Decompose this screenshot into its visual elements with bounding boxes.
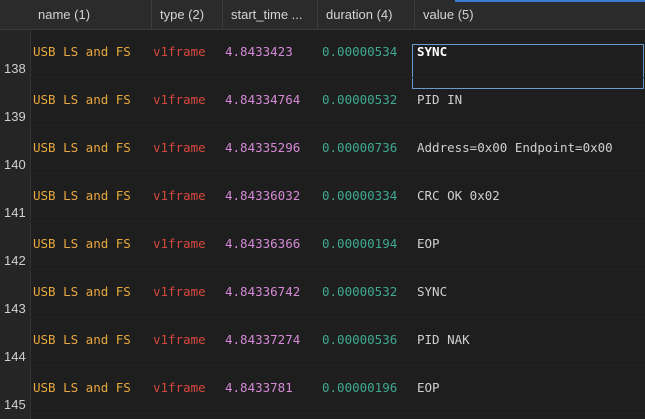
cell-name[interactable]: USB LS and FS — [33, 232, 131, 256]
cell-name[interactable]: USB LS and FS — [33, 376, 131, 400]
cell-type[interactable]: v1frame — [153, 280, 206, 304]
cell-duration[interactable]: 0.00000736 — [322, 136, 397, 160]
cell-type[interactable]: v1frame — [153, 136, 206, 160]
cell-name[interactable]: USB LS and FS — [33, 184, 131, 208]
row-number: 143 — [4, 301, 26, 316]
row-number: 140 — [4, 157, 26, 172]
table-row[interactable]: 141 USB LS and FS v1frame 4.84336032 0.00000… — [0, 174, 645, 222]
cell-duration[interactable]: 0.00000334 — [322, 184, 397, 208]
cell-name[interactable]: USB LS and FS — [33, 88, 131, 112]
table-row[interactable]: 144 USB LS and FS v1frame 4.84337274 0.00000… — [0, 318, 645, 366]
cell-duration[interactable]: 0.00000532 — [322, 280, 397, 304]
row-number: 145 — [4, 397, 26, 412]
cell-start-time[interactable]: 4.84337274 — [225, 328, 300, 352]
table-row[interactable]: 140 USB LS and FS v1frame 4.84335296 0.00000… — [0, 126, 645, 174]
column-header-type[interactable]: type (2) — [151, 0, 222, 29]
cell-duration[interactable]: 0.00000536 — [322, 328, 397, 352]
cell-start-time[interactable]: 4.8433781 — [225, 376, 293, 400]
cell-type[interactable]: v1frame — [153, 376, 206, 400]
cell-value[interactable]: EOP — [417, 232, 440, 256]
cell-start-time[interactable]: 4.8433423 — [225, 40, 293, 64]
column-header-name[interactable]: name (1) — [30, 0, 151, 29]
cell-type[interactable]: v1frame — [153, 40, 206, 64]
column-header-duration[interactable]: duration (4) — [317, 0, 414, 29]
cell-start-time[interactable]: 4.84336366 — [225, 232, 300, 256]
column-header-start-time[interactable]: start_time ... — [222, 0, 317, 29]
row-number: 142 — [4, 253, 26, 268]
table-row[interactable]: 145 USB LS and FS v1frame 4.8433781 0.000001… — [0, 366, 645, 414]
cell-start-time[interactable]: 4.84335296 — [225, 136, 300, 160]
cell-value[interactable]: EOP — [417, 376, 440, 400]
row-number: 141 — [4, 205, 26, 220]
column-header-value[interactable]: value (5) — [414, 0, 645, 29]
row-number: 139 — [4, 109, 26, 124]
row-number: 144 — [4, 349, 26, 364]
table-header: name (1) type (2) start_time ... duratio… — [0, 0, 645, 30]
table-row[interactable]: 139 USB LS and FS v1frame 4.84334764 0.00000… — [0, 78, 645, 126]
cell-duration[interactable]: 0.00000196 — [322, 376, 397, 400]
cell-name[interactable]: USB LS and FS — [33, 280, 131, 304]
cell-value[interactable]: CRC OK 0x02 — [417, 184, 500, 208]
cell-start-time[interactable]: 4.84336742 — [225, 280, 300, 304]
cell-duration[interactable]: 0.00000532 — [322, 88, 397, 112]
cell-name[interactable]: USB LS and FS — [33, 40, 131, 64]
cell-duration[interactable]: 0.00000534 — [322, 40, 397, 64]
cell-type[interactable]: v1frame — [153, 232, 206, 256]
cell-start-time[interactable]: 4.84336032 — [225, 184, 300, 208]
cell-start-time[interactable]: 4.84334764 — [225, 88, 300, 112]
cell-value[interactable]: PID NAK — [417, 328, 470, 352]
cell-type[interactable]: v1frame — [153, 328, 206, 352]
cell-name[interactable]: USB LS and FS — [33, 136, 131, 160]
cell-name[interactable]: USB LS and FS — [33, 328, 131, 352]
table-row[interactable]: 143 USB LS and FS v1frame 4.84336742 0.00000… — [0, 270, 645, 318]
cell-type[interactable]: v1frame — [153, 88, 206, 112]
table-row[interactable]: 142 USB LS and FS v1frame 4.84336366 0.00000… — [0, 222, 645, 270]
cell-duration[interactable]: 0.00000194 — [322, 232, 397, 256]
table-row[interactable]: 138 USB LS and FS v1frame 4.8433423 0.000005… — [0, 30, 645, 78]
row-divider — [30, 413, 645, 414]
cell-value[interactable]: SYNC — [417, 280, 447, 304]
row-number: 138 — [4, 61, 26, 76]
cell-type[interactable]: v1frame — [153, 184, 206, 208]
cell-value[interactable]: PID IN — [417, 88, 462, 112]
cell-value[interactable]: Address=0x00 Endpoint=0x00 — [417, 136, 613, 160]
cell-value[interactable]: SYNC — [417, 40, 447, 64]
